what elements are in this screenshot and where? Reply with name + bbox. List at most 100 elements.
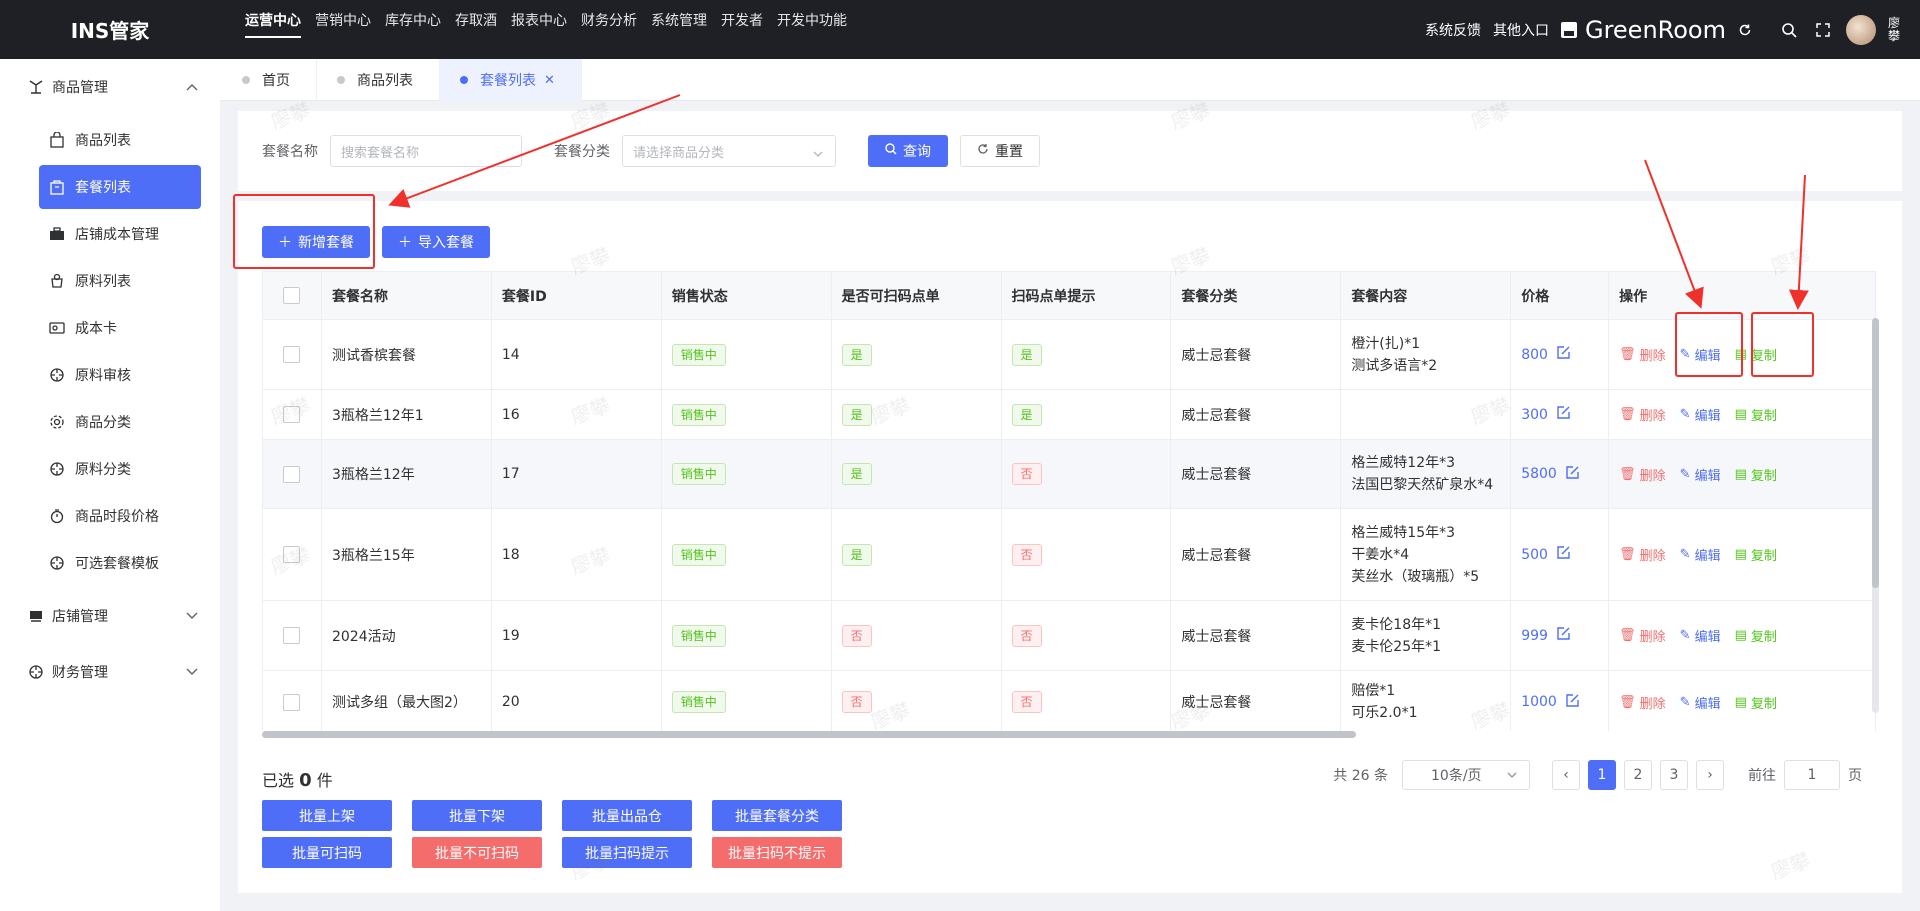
row-checkbox[interactable] [283,346,301,363]
table-header-row: 套餐名称 套餐ID 销售状态 是否可扫码点单 扫码点单提示 套餐分类 套餐内容 … [263,272,1876,320]
next-page-button[interactable]: › [1696,760,1724,790]
edit-button[interactable]: ✎ 编辑 [1680,693,1721,712]
tab-package-list[interactable]: 套餐列表 ✕ [440,59,582,101]
package-name-cell: 测试多组（最大图2） [322,671,492,733]
tab-home[interactable]: 首页 [222,59,317,101]
page-button-3[interactable]: 3 [1660,760,1688,790]
goto-page-input[interactable]: 1 [1784,760,1840,790]
sidebar-item-package-list[interactable]: 套餐列表 [39,165,201,209]
sidebar-group-store-management[interactable]: 店铺管理 [0,588,220,644]
horizontal-scrollbar[interactable] [262,731,1876,739]
select-all-checkbox[interactable] [283,287,301,304]
topnav-item-operations[interactable]: 运营中心 [245,10,301,38]
copy-icon: ▤ [1734,628,1747,643]
topnav-item-system[interactable]: 系统管理 [651,10,707,38]
edit-button[interactable]: ✎ 编辑 [1680,345,1721,364]
sidebar-group-product-management[interactable]: 商品管理 [0,59,220,115]
vertical-scrollbar[interactable] [1872,318,1879,713]
page-button-1[interactable]: 1 [1588,760,1616,790]
store-switcher[interactable]: GreenRoom [1560,16,1756,44]
sidebar-item-store-cost[interactable]: 店铺成本管理 [39,212,201,256]
copy-button[interactable]: ▤ 复制 [1735,345,1777,364]
other-entry-link[interactable]: 其他入口 [1493,20,1549,40]
fullscreen-icon[interactable] [1812,19,1834,41]
scan-badge: 否 [841,691,872,713]
edit-price-icon[interactable] [1556,345,1571,364]
edit-price-icon[interactable] [1556,545,1571,564]
copy-button[interactable]: ▤ 复制 [1735,626,1777,645]
row-checkbox[interactable] [283,406,301,423]
sidebar-item-ingredient-review[interactable]: 原料审核 [39,353,201,397]
topnav-item-wine-storage[interactable]: 存取酒 [455,10,497,38]
row-checkbox[interactable] [283,693,301,711]
bulk-hint-disable-button[interactable]: 批量扫码不提示 [712,837,842,868]
edit-button[interactable]: ✎ 编辑 [1680,405,1721,424]
user-avatar[interactable] [1846,14,1876,45]
edit-button[interactable]: ✎ 编辑 [1680,545,1721,564]
topnav-item-in-development[interactable]: 开发中功能 [777,10,847,38]
bulk-scan-enable-button[interactable]: 批量可扫码 [262,837,392,868]
edit-button[interactable]: ✎ 编辑 [1680,626,1721,645]
page-size-select[interactable]: 10条/页 [1402,760,1530,790]
copy-button[interactable]: ▤ 复制 [1735,465,1777,484]
bulk-category-button[interactable]: 批量套餐分类 [712,800,842,831]
edit-price-icon[interactable] [1556,405,1571,424]
topnav-item-reports[interactable]: 报表中心 [511,10,567,38]
delete-button[interactable]: 🗑 删除 [1619,405,1666,424]
sidebar-item-product-category[interactable]: 商品分类 [39,400,201,444]
copy-button[interactable]: ▤ 复制 [1735,693,1777,712]
package-name-input[interactable]: 搜索套餐名称 [330,135,522,167]
topnav-item-finance[interactable]: 财务分析 [581,10,637,38]
bulk-delist-button[interactable]: 批量下架 [412,800,542,831]
edit-button[interactable]: ✎ 编辑 [1680,465,1721,484]
bulk-hint-enable-button[interactable]: 批量扫码提示 [562,837,692,868]
close-icon[interactable]: ✕ [544,73,555,88]
delete-button[interactable]: 🗑 删除 [1619,465,1666,484]
copy-label: 复制 [1750,468,1777,484]
edit-price-icon[interactable] [1565,465,1580,484]
edit-price-icon[interactable] [1556,626,1571,645]
copy-button[interactable]: ▤ 复制 [1735,545,1777,564]
delete-button[interactable]: 🗑 删除 [1619,626,1666,645]
sidebar-item-ingredient-category[interactable]: 原料分类 [39,447,201,491]
topnav-item-developer[interactable]: 开发者 [721,10,763,38]
row-checkbox[interactable] [283,627,301,644]
bulk-scan-disable-button[interactable]: 批量不可扫码 [412,837,542,868]
scan-badge: 否 [841,624,872,647]
page-button-2[interactable]: 2 [1624,760,1652,790]
row-checkbox[interactable] [283,465,301,483]
sidebar-item-product-list[interactable]: 商品列表 [39,118,201,162]
sidebar-item-package-template[interactable]: 可选套餐模板 [39,541,201,585]
content-cell: 格兰威特12年*3 法国巴黎天然矿泉水*4 [1341,440,1512,508]
delete-button[interactable]: 🗑 删除 [1619,545,1666,564]
scrollbar-thumb[interactable] [1872,318,1879,588]
delete-button[interactable]: 🗑 删除 [1619,345,1666,364]
package-category-select[interactable]: 请选择商品分类 [622,135,836,167]
sidebar-item-timed-price[interactable]: 商品时段价格 [39,494,201,538]
edit-price-icon[interactable] [1565,693,1580,712]
bulk-list-button[interactable]: 批量上架 [262,800,392,831]
sidebar-item-ingredient-list[interactable]: 原料列表 [39,259,201,303]
chevron-down-icon [186,608,198,624]
search-icon[interactable] [1778,19,1800,41]
sidebar-item-cost-card[interactable]: 成本卡 [39,306,201,350]
timer-icon [49,508,67,524]
row-checkbox-cell [263,320,322,389]
prev-page-button[interactable]: ‹ [1552,760,1580,790]
refresh-icon[interactable] [1734,19,1756,41]
add-package-button[interactable]: ＋ 新增套餐 [262,226,370,258]
import-package-button[interactable]: ＋ 导入套餐 [382,226,490,258]
tab-product-list[interactable]: 商品列表 [317,59,440,101]
copy-button[interactable]: ▤ 复制 [1735,405,1777,424]
topnav-item-inventory[interactable]: 库存中心 [385,10,441,38]
reset-button[interactable]: 重置 [960,135,1040,167]
query-button[interactable]: 查询 [868,135,948,167]
feedback-link[interactable]: 系统反馈 [1425,20,1481,40]
delete-button[interactable]: 🗑 删除 [1619,693,1666,712]
sidebar-group-finance-management[interactable]: 财务管理 [0,644,220,700]
row-checkbox[interactable] [283,546,301,563]
scrollbar-thumb[interactable] [262,731,1356,738]
topnav-item-marketing[interactable]: 营销中心 [315,10,371,38]
bulk-warehouse-button[interactable]: 批量出品仓 [562,800,692,831]
user-name[interactable]: 廖攀 [1888,16,1902,43]
